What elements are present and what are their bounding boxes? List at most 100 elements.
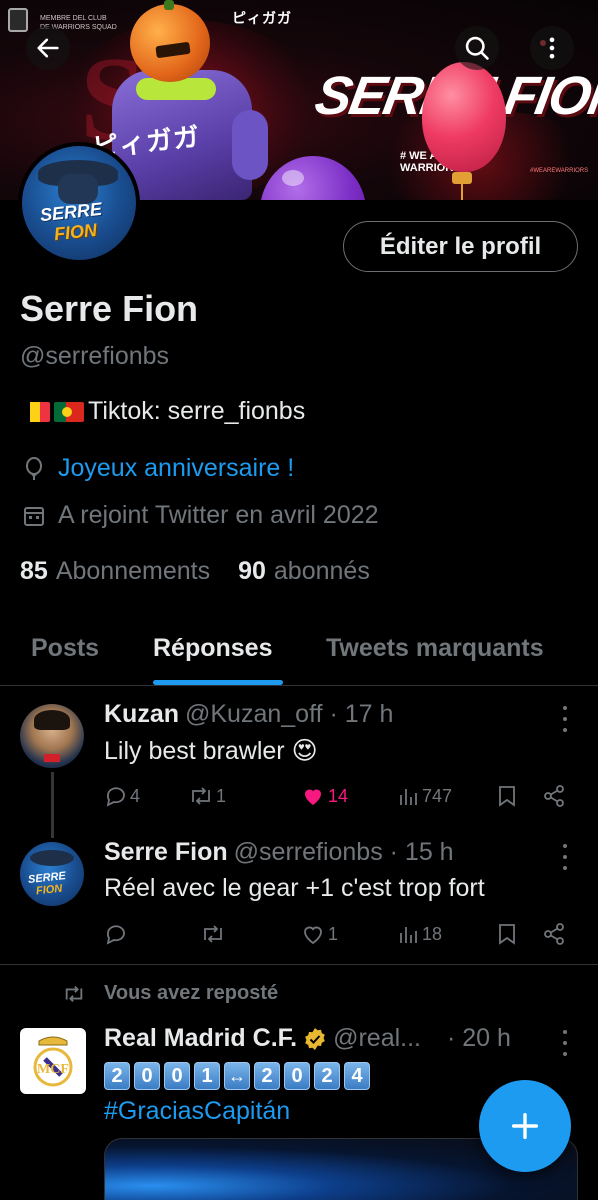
tab-replies[interactable]: Réponses bbox=[153, 634, 272, 663]
share-icon bbox=[544, 785, 564, 807]
followers-link[interactable]: 90 abonnés bbox=[238, 557, 370, 586]
left-right-arrow-emoji: ↔ bbox=[224, 1062, 250, 1090]
share-icon bbox=[544, 923, 564, 945]
tweet-time[interactable]: · 20 h bbox=[447, 1024, 511, 1053]
hashtag-link[interactable]: #GraciasCapitán bbox=[104, 1097, 290, 1126]
reply-icon bbox=[106, 925, 125, 945]
tweet-text-digits: 2 0 0 1 ↔ 2 0 2 4 bbox=[104, 1062, 374, 1090]
tab-posts[interactable]: Posts bbox=[31, 634, 99, 663]
back-button[interactable] bbox=[26, 26, 70, 70]
views-count: 18 bbox=[422, 923, 443, 944]
plus-icon bbox=[511, 1112, 539, 1140]
tweet-text: Réel avec le gear +1 c'est trop fort bbox=[104, 874, 485, 902]
retweet-icon bbox=[192, 787, 210, 805]
joined-row: A rejoint Twitter en avril 2022 bbox=[22, 501, 379, 530]
repost-label: Vous avez reposté bbox=[104, 982, 279, 1004]
balloon-icon bbox=[22, 456, 46, 481]
pumpkin-stem bbox=[164, 0, 174, 10]
share-button[interactable] bbox=[542, 784, 568, 808]
like-button[interactable]: 1 bbox=[300, 922, 338, 946]
compose-button[interactable] bbox=[479, 1080, 571, 1172]
tweet-author-name[interactable]: Real Madrid C.F. bbox=[104, 1024, 297, 1053]
birthday-row[interactable]: Joyeux anniversaire ! bbox=[22, 454, 294, 483]
tweet-header: Serre Fion @serrefionbs · 15 h bbox=[104, 838, 454, 867]
avatar[interactable]: MCF bbox=[20, 1028, 86, 1094]
views-chart-icon bbox=[400, 927, 417, 943]
verified-badge-icon bbox=[305, 1027, 325, 1050]
bookmark-icon bbox=[499, 786, 515, 807]
tweet-actions: 1 18 bbox=[104, 922, 574, 952]
reply-button[interactable] bbox=[104, 922, 130, 946]
bio-text: Tiktok: serre_fionbs bbox=[88, 397, 306, 425]
birthday-link[interactable]: Joyeux anniversaire ! bbox=[58, 454, 294, 483]
share-button[interactable] bbox=[542, 922, 568, 946]
banner-jp-top: ピィガガ bbox=[232, 10, 292, 26]
reply-icon bbox=[106, 787, 125, 807]
profile-handle: @serrefionbs bbox=[20, 342, 170, 370]
retweet-button[interactable] bbox=[200, 922, 228, 946]
joined-text: A rejoint Twitter en avril 2022 bbox=[58, 501, 379, 529]
keycap-digit: 4 bbox=[344, 1062, 370, 1090]
profile-name: Serre Fion bbox=[20, 288, 199, 329]
tweet-more-button[interactable] bbox=[555, 706, 575, 732]
tweet-text: Lily best brawler 😍 bbox=[104, 736, 318, 766]
search-button[interactable] bbox=[455, 26, 499, 70]
following-link[interactable]: 85 Abonnements bbox=[20, 557, 210, 586]
tab-highlights[interactable]: Tweets marquants bbox=[326, 634, 544, 663]
follow-stats: 85 Abonnements 90 abonnés bbox=[20, 557, 370, 586]
followers-count: 90 bbox=[238, 557, 266, 585]
tweet-header: Real Madrid C.F. @real... · 20 h bbox=[104, 1024, 511, 1053]
like-count: 1 bbox=[328, 923, 339, 944]
calendar-icon bbox=[22, 504, 46, 528]
retweet-button[interactable]: 1 bbox=[188, 784, 226, 808]
red-balloon bbox=[422, 62, 506, 172]
tweet-handle-time[interactable]: @serrefionbs · 15 h bbox=[234, 838, 454, 867]
belgium-flag-icon bbox=[20, 401, 50, 422]
views-button[interactable]: 18 bbox=[398, 922, 442, 946]
arrow-left-icon bbox=[37, 38, 59, 58]
more-options-button[interactable] bbox=[530, 26, 574, 70]
search-icon bbox=[465, 36, 489, 60]
reply-count: 4 bbox=[130, 785, 141, 806]
tweet-text-body: Lily best brawler bbox=[104, 737, 285, 765]
keycap-digit: 0 bbox=[284, 1062, 310, 1090]
heart-eyes-emoji: 😍 bbox=[291, 737, 318, 765]
tweet-actions: 4 1 14 747 bbox=[104, 784, 574, 814]
tweet-handle[interactable]: @real... bbox=[333, 1024, 421, 1053]
thread-connector bbox=[51, 772, 54, 838]
tweet-header: Kuzan @Kuzan_off · 17 h bbox=[104, 700, 393, 729]
profile-avatar[interactable]: SERRE FION bbox=[18, 142, 140, 264]
more-vertical-icon bbox=[549, 37, 555, 59]
following-label: Abonnements bbox=[55, 557, 211, 585]
views-count: 747 bbox=[422, 785, 453, 806]
tweet-author-name[interactable]: Serre Fion bbox=[104, 838, 228, 867]
profile-tabs: Posts Réponses Tweets marquants bbox=[0, 622, 598, 686]
profile-bio: Tiktok: serre_fionbs bbox=[20, 397, 305, 426]
bookmark-button[interactable] bbox=[496, 784, 520, 808]
like-count: 14 bbox=[328, 785, 349, 806]
following-count: 85 bbox=[20, 557, 48, 585]
edit-profile-button[interactable]: Éditer le profil bbox=[343, 221, 578, 272]
svg-text:MCF: MCF bbox=[37, 1062, 69, 1077]
keycap-digit: 1 bbox=[194, 1062, 220, 1090]
portugal-flag-icon bbox=[54, 401, 84, 422]
bookmark-button[interactable] bbox=[496, 922, 520, 946]
keycap-digit: 2 bbox=[314, 1062, 340, 1090]
avatar[interactable]: SERRE FION bbox=[20, 842, 84, 906]
tweet-author-name[interactable]: Kuzan bbox=[104, 700, 179, 729]
views-button[interactable]: 747 bbox=[398, 784, 452, 808]
keycap-digit: 0 bbox=[164, 1062, 190, 1090]
reply-button[interactable]: 4 bbox=[104, 784, 140, 808]
brawler-arm bbox=[232, 110, 268, 180]
tweet-more-button[interactable] bbox=[555, 844, 575, 870]
heart-icon bbox=[304, 926, 322, 945]
tweet-divider bbox=[0, 964, 598, 965]
tweet-handle-time[interactable]: @Kuzan_off · 17 h bbox=[185, 700, 393, 729]
avatar-text-bottom: FION bbox=[53, 219, 98, 245]
keycap-digit: 2 bbox=[254, 1062, 280, 1090]
avatar[interactable] bbox=[20, 704, 84, 768]
club-logo-icon bbox=[8, 8, 28, 32]
avatar-text-bottom: FION bbox=[35, 882, 63, 898]
like-button[interactable]: 14 bbox=[300, 784, 348, 808]
tweet-more-button[interactable] bbox=[555, 1030, 575, 1056]
